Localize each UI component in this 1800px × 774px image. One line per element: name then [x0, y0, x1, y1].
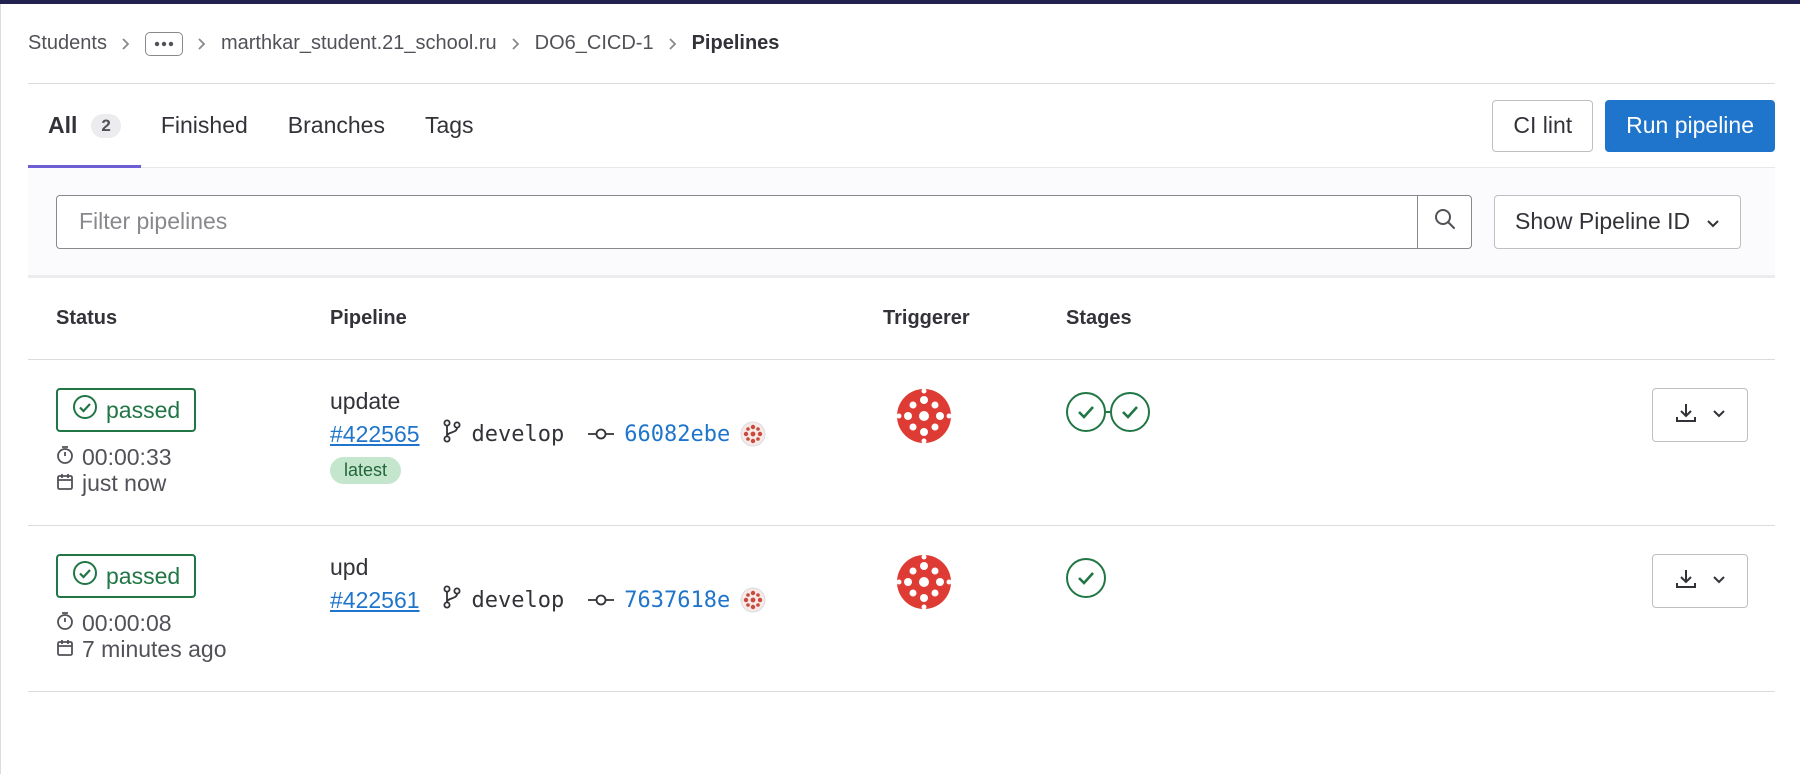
- tab-label: All: [48, 112, 78, 138]
- breadcrumb-students[interactable]: Students: [28, 32, 107, 55]
- triggerer-avatar[interactable]: [896, 554, 952, 610]
- commit-sha[interactable]: 66082ebe: [588, 422, 730, 447]
- calendar-icon: [56, 636, 74, 663]
- download-artifacts-dropdown[interactable]: [1652, 554, 1748, 608]
- tab-label: Finished: [160, 112, 248, 138]
- tab-label: Branches: [287, 112, 385, 138]
- duration-text: 00:00:33: [82, 443, 172, 470]
- search-icon: [1433, 207, 1457, 236]
- pipeline-info: #422561 develop 7637618e: [330, 585, 766, 615]
- table-row: passed 00:00:08 7 minutes ago upd #42256…: [28, 526, 1775, 692]
- table-row: passed 00:00:33 just now update #422565 …: [28, 360, 1775, 526]
- header-stages: Stages: [1066, 307, 1132, 329]
- download-artifacts-dropdown[interactable]: [1652, 388, 1748, 442]
- commit-title[interactable]: upd: [330, 554, 766, 581]
- main-content: Students marthkar_student.21_school.ru D…: [28, 4, 1775, 692]
- download-icon: [1674, 401, 1698, 430]
- tab-label: Tags: [424, 112, 474, 138]
- sha-text: 66082ebe: [624, 421, 731, 447]
- breadcrumb-expand-button[interactable]: [144, 31, 183, 56]
- branch-icon: [442, 419, 462, 449]
- chevron-down-icon: [1706, 208, 1720, 235]
- commit-icon: [588, 588, 615, 613]
- stage-passed-icon[interactable]: [1066, 392, 1106, 432]
- filter-bar: Filter pipelines Show Pipeline ID: [28, 168, 1775, 278]
- tab-branches[interactable]: Branches: [268, 84, 405, 167]
- duration-text: 00:00:08: [82, 609, 172, 636]
- pipeline-id-link[interactable]: #422561: [330, 587, 420, 614]
- pipeline-cell: update #422565 develop 66082ebe latest: [330, 388, 766, 484]
- triggerer-avatar[interactable]: [896, 388, 952, 444]
- commit-title[interactable]: update: [330, 388, 766, 415]
- tabs-row: All 2 Finished Branches Tags CI lint Run…: [28, 84, 1775, 168]
- latest-badge: latest: [330, 457, 402, 484]
- dropdown-label: Show Pipeline ID: [1515, 208, 1691, 234]
- run-pipeline-button[interactable]: Run pipeline: [1605, 99, 1775, 152]
- triggerer-cell: [896, 554, 952, 615]
- status-badge[interactable]: passed: [56, 554, 197, 598]
- tab-all[interactable]: All 2: [28, 84, 141, 168]
- author-avatar-small[interactable]: [740, 421, 766, 447]
- header-pipeline: Pipeline: [330, 307, 407, 329]
- pipeline-info: #422565 develop 66082ebe: [330, 419, 766, 449]
- filter-search: Filter pipelines: [56, 194, 1472, 249]
- chevron-right-icon: [121, 37, 131, 51]
- show-pipeline-id-dropdown[interactable]: Show Pipeline ID: [1494, 194, 1742, 249]
- commit-icon: [588, 422, 615, 447]
- finished-time: 7 minutes ago: [56, 636, 226, 662]
- tab-finished[interactable]: Finished: [141, 84, 268, 167]
- chevron-down-icon: [1712, 572, 1726, 590]
- finished-text: just now: [82, 469, 167, 496]
- branch-ref[interactable]: develop: [442, 419, 565, 449]
- tab-count-badge: 2: [91, 113, 121, 138]
- check-circle-icon: [72, 560, 98, 592]
- triggerer-cell: [896, 388, 952, 449]
- left-border: [0, 4, 1, 774]
- chevron-down-icon: [1712, 406, 1726, 424]
- chevron-right-icon: [511, 37, 521, 51]
- commit-sha[interactable]: 7637618e: [588, 588, 730, 613]
- tab-tags[interactable]: Tags: [405, 84, 494, 167]
- timer-icon: [56, 444, 74, 471]
- pipeline-cell: upd #422561 develop 7637618e: [330, 554, 766, 615]
- author-avatar-small[interactable]: [740, 587, 766, 613]
- timer-icon: [56, 610, 74, 637]
- filter-pipelines-input[interactable]: Filter pipelines: [57, 196, 1417, 248]
- stage-passed-icon[interactable]: [1066, 558, 1106, 598]
- branch-ref[interactable]: develop: [442, 585, 565, 615]
- pipeline-tabs: All 2 Finished Branches Tags: [28, 84, 494, 168]
- calendar-icon: [56, 470, 74, 497]
- table-header: Status Pipeline Triggerer Stages: [28, 278, 1775, 360]
- duration: 00:00:33: [56, 444, 196, 470]
- stage-passed-icon[interactable]: [1110, 392, 1150, 432]
- header-actions: CI lint Run pipeline: [1492, 84, 1775, 167]
- stages-cell: [1066, 558, 1106, 598]
- branch-name: develop: [471, 421, 565, 447]
- finished-time: just now: [56, 470, 196, 496]
- status-text: passed: [106, 562, 181, 589]
- stages-cell: [1066, 392, 1150, 432]
- header-triggerer: Triggerer: [883, 307, 970, 329]
- duration: 00:00:08: [56, 610, 226, 636]
- breadcrumb: Students marthkar_student.21_school.ru D…: [28, 4, 1775, 84]
- branch-name: develop: [471, 587, 565, 613]
- breadcrumb-namespace[interactable]: marthkar_student.21_school.ru: [221, 32, 497, 55]
- status-text: passed: [106, 396, 181, 423]
- ci-lint-button[interactable]: CI lint: [1492, 99, 1594, 152]
- status-cell: passed 00:00:08 7 minutes ago: [56, 554, 226, 662]
- status-cell: passed 00:00:33 just now: [56, 388, 197, 496]
- chevron-right-icon: [197, 37, 207, 51]
- chevron-right-icon: [668, 37, 678, 51]
- check-circle-icon: [72, 394, 98, 426]
- download-icon: [1674, 567, 1698, 596]
- status-badge[interactable]: passed: [56, 388, 197, 432]
- pipeline-id-link[interactable]: #422565: [330, 421, 420, 448]
- sha-text: 7637618e: [624, 587, 731, 613]
- header-status: Status: [56, 307, 118, 329]
- branch-icon: [442, 585, 462, 615]
- finished-text: 7 minutes ago: [82, 635, 227, 662]
- breadcrumb-project[interactable]: DO6_CICD-1: [535, 32, 654, 55]
- breadcrumb-current[interactable]: Pipelines: [692, 32, 780, 55]
- search-button[interactable]: [1417, 195, 1471, 248]
